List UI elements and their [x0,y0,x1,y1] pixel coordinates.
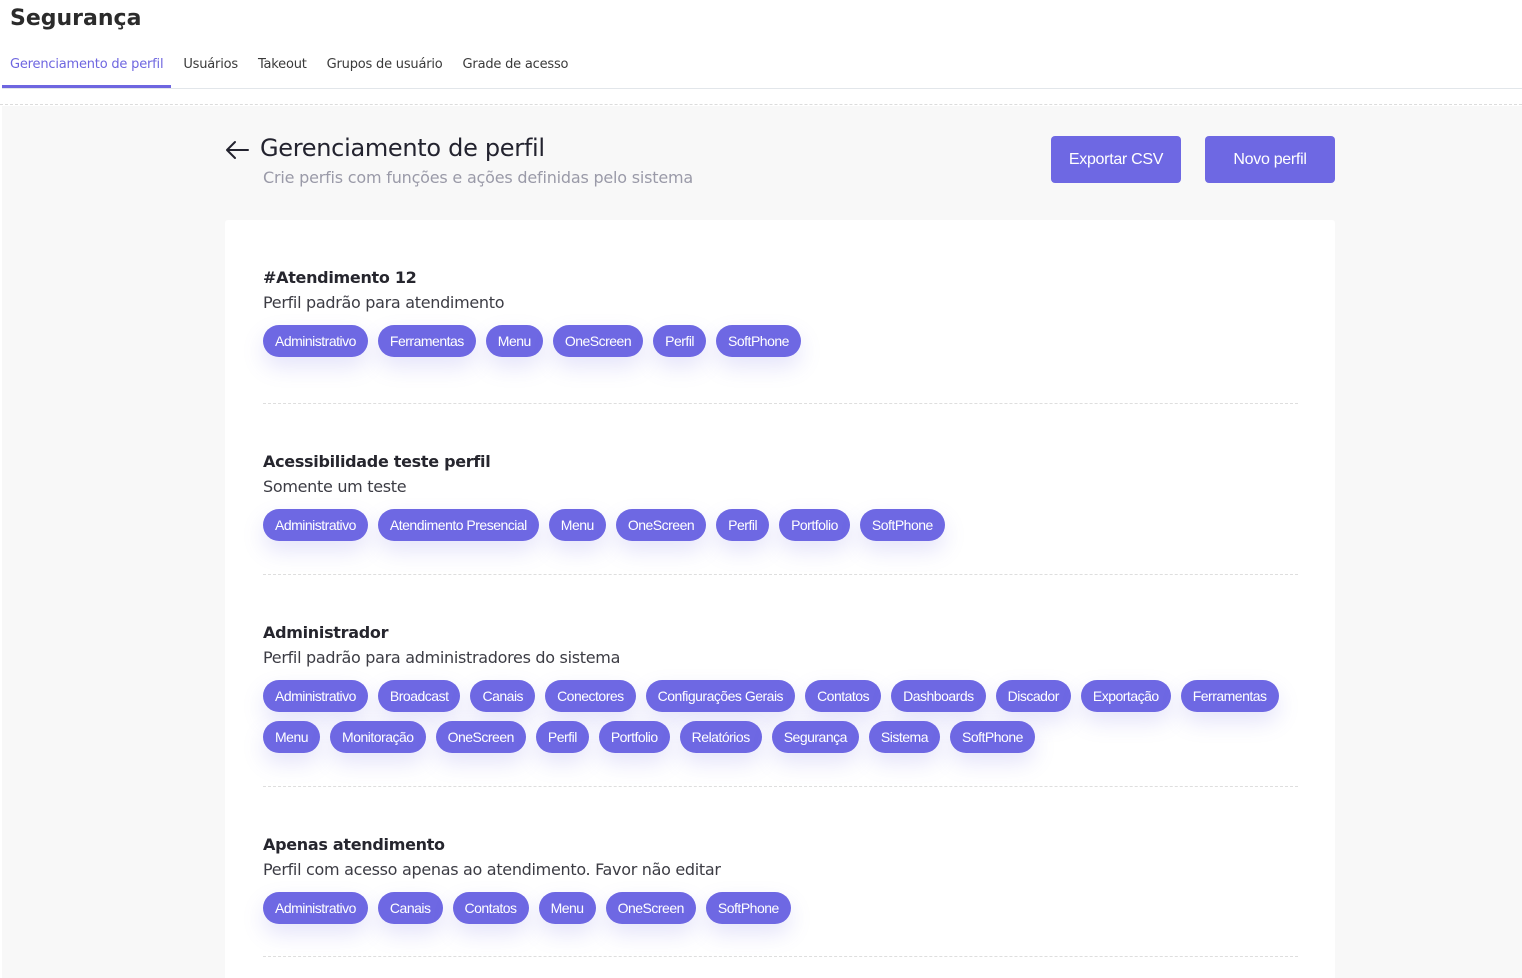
module-chip[interactable]: Administrativo [263,509,368,541]
module-chip[interactable]: Atendimento Presencial [377,509,539,541]
module-chip[interactable]: OneScreen [552,325,644,357]
module-chip[interactable]: Menu [485,325,543,357]
profile-name: Apenas atendimento [263,835,445,854]
module-chip[interactable]: Configurações Gerais [645,680,796,712]
module-chip[interactable]: Ferramentas [377,325,476,357]
module-chips: Administrativo Canais Contatos Menu OneScree… [263,892,1298,933]
module-chip[interactable]: OneScreen [435,721,526,753]
module-chip[interactable]: Conectores [545,680,636,712]
module-chip[interactable]: SoftPhone [859,509,945,541]
module-chip[interactable]: Perfil [535,721,589,753]
module-chip[interactable]: Menu [263,721,321,753]
new-profile-button[interactable]: Novo perfil [1205,136,1335,183]
module-chips: Administrativo Ferramentas Menu OneScreen Pe… [263,325,1298,366]
module-chip[interactable]: OneScreen [615,509,707,541]
module-chip[interactable]: SoftPhone [705,892,791,924]
module-chips: Administrativo Atendimento Presencial Menu… [263,509,1298,550]
page-title: Gerenciamento de perfil [260,134,545,162]
page-subtitle: Crie perfis com funções e ações definida… [263,168,694,187]
export-csv-button[interactable]: Exportar CSV [1051,136,1181,183]
module-chip[interactable]: Canais [470,680,536,712]
module-chip[interactable]: Administrativo [263,680,368,712]
profile-description: Perfil com acesso apenas ao atendimento.… [263,860,721,879]
module-chip[interactable]: OneScreen [605,892,696,924]
module-chip[interactable]: Portfolio [598,721,670,753]
module-chip[interactable]: Perfil [716,509,770,541]
tab-grupos-de-usuario[interactable]: Grupos de usuário [319,52,451,88]
module-chip[interactable]: Portfolio [779,509,850,541]
module-chip[interactable]: Contatos [805,680,882,712]
module-chip[interactable]: Discador [995,680,1071,712]
app-title: Segurança [10,6,142,31]
tab-bar: Gerenciamento de perfil Usuários Takeout… [2,52,1522,89]
module-chip[interactable]: Administrativo [263,325,368,357]
main-content: Gerenciamento de perfil Crie perfis com … [2,106,1522,978]
module-chip[interactable]: Canais [377,892,443,924]
module-chip[interactable]: Sistema [868,721,940,753]
profile-description: Perfil padrão para atendimento [263,293,505,312]
module-chip[interactable]: Relatórios [679,721,762,753]
profile-item[interactable]: #Atendimento 12 Perfil padrão para atend… [263,220,1298,404]
module-chip[interactable]: Broadcast [377,680,461,712]
module-chip[interactable]: Menu [538,892,596,924]
module-chips: Administrativo Broadcast Canais Conectores C… [263,680,1298,762]
module-chip[interactable]: Menu [548,509,606,541]
profile-item[interactable]: Acessibilidade teste perfil Somente um t… [263,404,1298,575]
tab-gerenciamento-de-perfil[interactable]: Gerenciamento de perfil [2,52,172,88]
profile-name: Administrador [263,623,389,642]
tab-usuarios[interactable]: Usuários [175,52,246,88]
module-chip[interactable]: Ferramentas [1180,680,1279,712]
top-bar: Segurança Gerenciamento de perfil Usuári… [0,0,1522,105]
profile-name: Acessibilidade teste perfil [263,452,491,471]
module-chip[interactable]: Segurança [771,721,859,753]
tab-takeout[interactable]: Takeout [250,52,315,88]
profile-item[interactable]: Administrador Perfil padrão para adminis… [263,575,1298,787]
back-button[interactable] [224,139,250,161]
profile-description: Somente um teste [263,477,407,496]
module-chip[interactable]: Administrativo [263,892,368,924]
profile-description: Perfil padrão para administradores do si… [263,648,621,667]
module-chip[interactable]: Monitoração [330,721,426,753]
arrow-left-icon [226,141,249,159]
profile-item[interactable]: Apenas atendimento Perfil com acesso ape… [263,787,1298,957]
module-chip[interactable]: SoftPhone [950,721,1035,753]
tab-grade-de-acesso[interactable]: Grade de acesso [455,52,577,88]
profile-name: #Atendimento 12 [263,268,417,287]
module-chip[interactable]: Dashboards [891,680,986,712]
module-chip[interactable]: SoftPhone [716,325,801,357]
module-chip[interactable]: Perfil [653,325,707,357]
module-chip[interactable]: Contatos [452,892,529,924]
profiles-list: #Atendimento 12 Perfil padrão para atend… [225,220,1335,978]
module-chip[interactable]: Exportação [1080,680,1171,712]
